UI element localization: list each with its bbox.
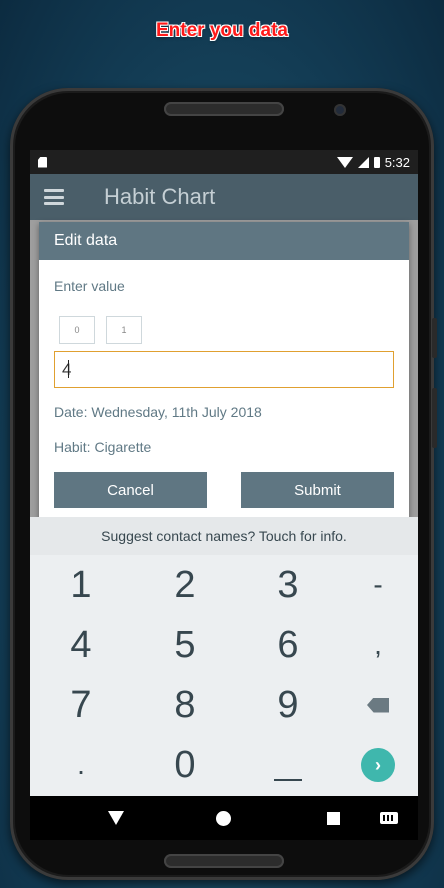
key-6[interactable]: 6 (248, 615, 328, 675)
app-bar: Habit Chart (30, 174, 418, 220)
battery-charging-icon (373, 156, 380, 168)
recent-value-chip[interactable]: 1 (106, 316, 142, 344)
square-recent-icon[interactable] (327, 811, 340, 825)
submit-button[interactable]: Submit (241, 472, 394, 508)
front-camera (334, 104, 346, 116)
key-2[interactable]: 2 (145, 555, 225, 615)
key-minus[interactable]: - (338, 555, 418, 615)
dialog-title: Edit data (39, 222, 409, 260)
sd-card-icon (38, 156, 47, 168)
wifi-icon (336, 156, 353, 168)
space-bar-icon (274, 779, 302, 781)
chevron-right-icon: › (375, 754, 381, 775)
suggestion-strip[interactable]: Suggest contact names? Touch for info. (30, 517, 418, 555)
key-period[interactable]: . (41, 735, 121, 795)
bottom-speaker (164, 854, 284, 868)
key-8[interactable]: 8 (145, 675, 225, 735)
enter-value-label: Enter value (54, 278, 125, 294)
go-key[interactable]: › (338, 735, 418, 795)
key-1[interactable]: 1 (41, 555, 121, 615)
space-key[interactable] (248, 735, 328, 795)
power-button (432, 388, 437, 448)
go-button[interactable]: › (361, 748, 395, 782)
key-9[interactable]: 9 (248, 675, 328, 735)
edit-data-dialog: Edit data Enter value 0 1 Date: Wednesda… (39, 222, 409, 522)
top-speaker (164, 102, 284, 116)
key-4[interactable]: 4 (41, 615, 121, 675)
key-0[interactable]: 0 (145, 735, 225, 795)
triangle-back-icon[interactable] (108, 811, 124, 825)
phone-screen: 5:32 Habit Chart Edit data Enter value 0… (30, 150, 418, 796)
keyboard-icon[interactable] (380, 812, 398, 824)
volume-button (432, 318, 437, 358)
navigation-bar (30, 796, 418, 840)
banner-caption: Enter you data (156, 20, 288, 41)
key-7[interactable]: 7 (41, 675, 121, 735)
habit-line: Habit: Cigarette (54, 439, 152, 455)
value-input[interactable] (54, 351, 394, 388)
recent-value-chip[interactable]: 0 (59, 316, 95, 344)
app-title: Habit Chart (104, 184, 216, 209)
backspace-key[interactable] (338, 675, 418, 735)
key-3[interactable]: 3 (248, 555, 328, 615)
status-time: 5:32 (384, 154, 410, 170)
circle-home-icon[interactable] (216, 810, 231, 826)
date-line: Date: Wednesday, 11th July 2018 (54, 404, 262, 420)
hamburger-menu-icon[interactable] (44, 189, 64, 205)
cancel-button[interactable]: Cancel (54, 472, 207, 508)
numeric-keyboard: 1 2 3 - 4 5 6 , 7 8 9 . 0 › (30, 555, 418, 796)
key-comma[interactable]: , (338, 615, 418, 675)
text-cursor (68, 360, 69, 378)
signal-icon (357, 156, 369, 168)
key-5[interactable]: 5 (145, 615, 225, 675)
status-bar: 5:32 (30, 150, 418, 174)
backspace-icon (367, 697, 389, 713)
